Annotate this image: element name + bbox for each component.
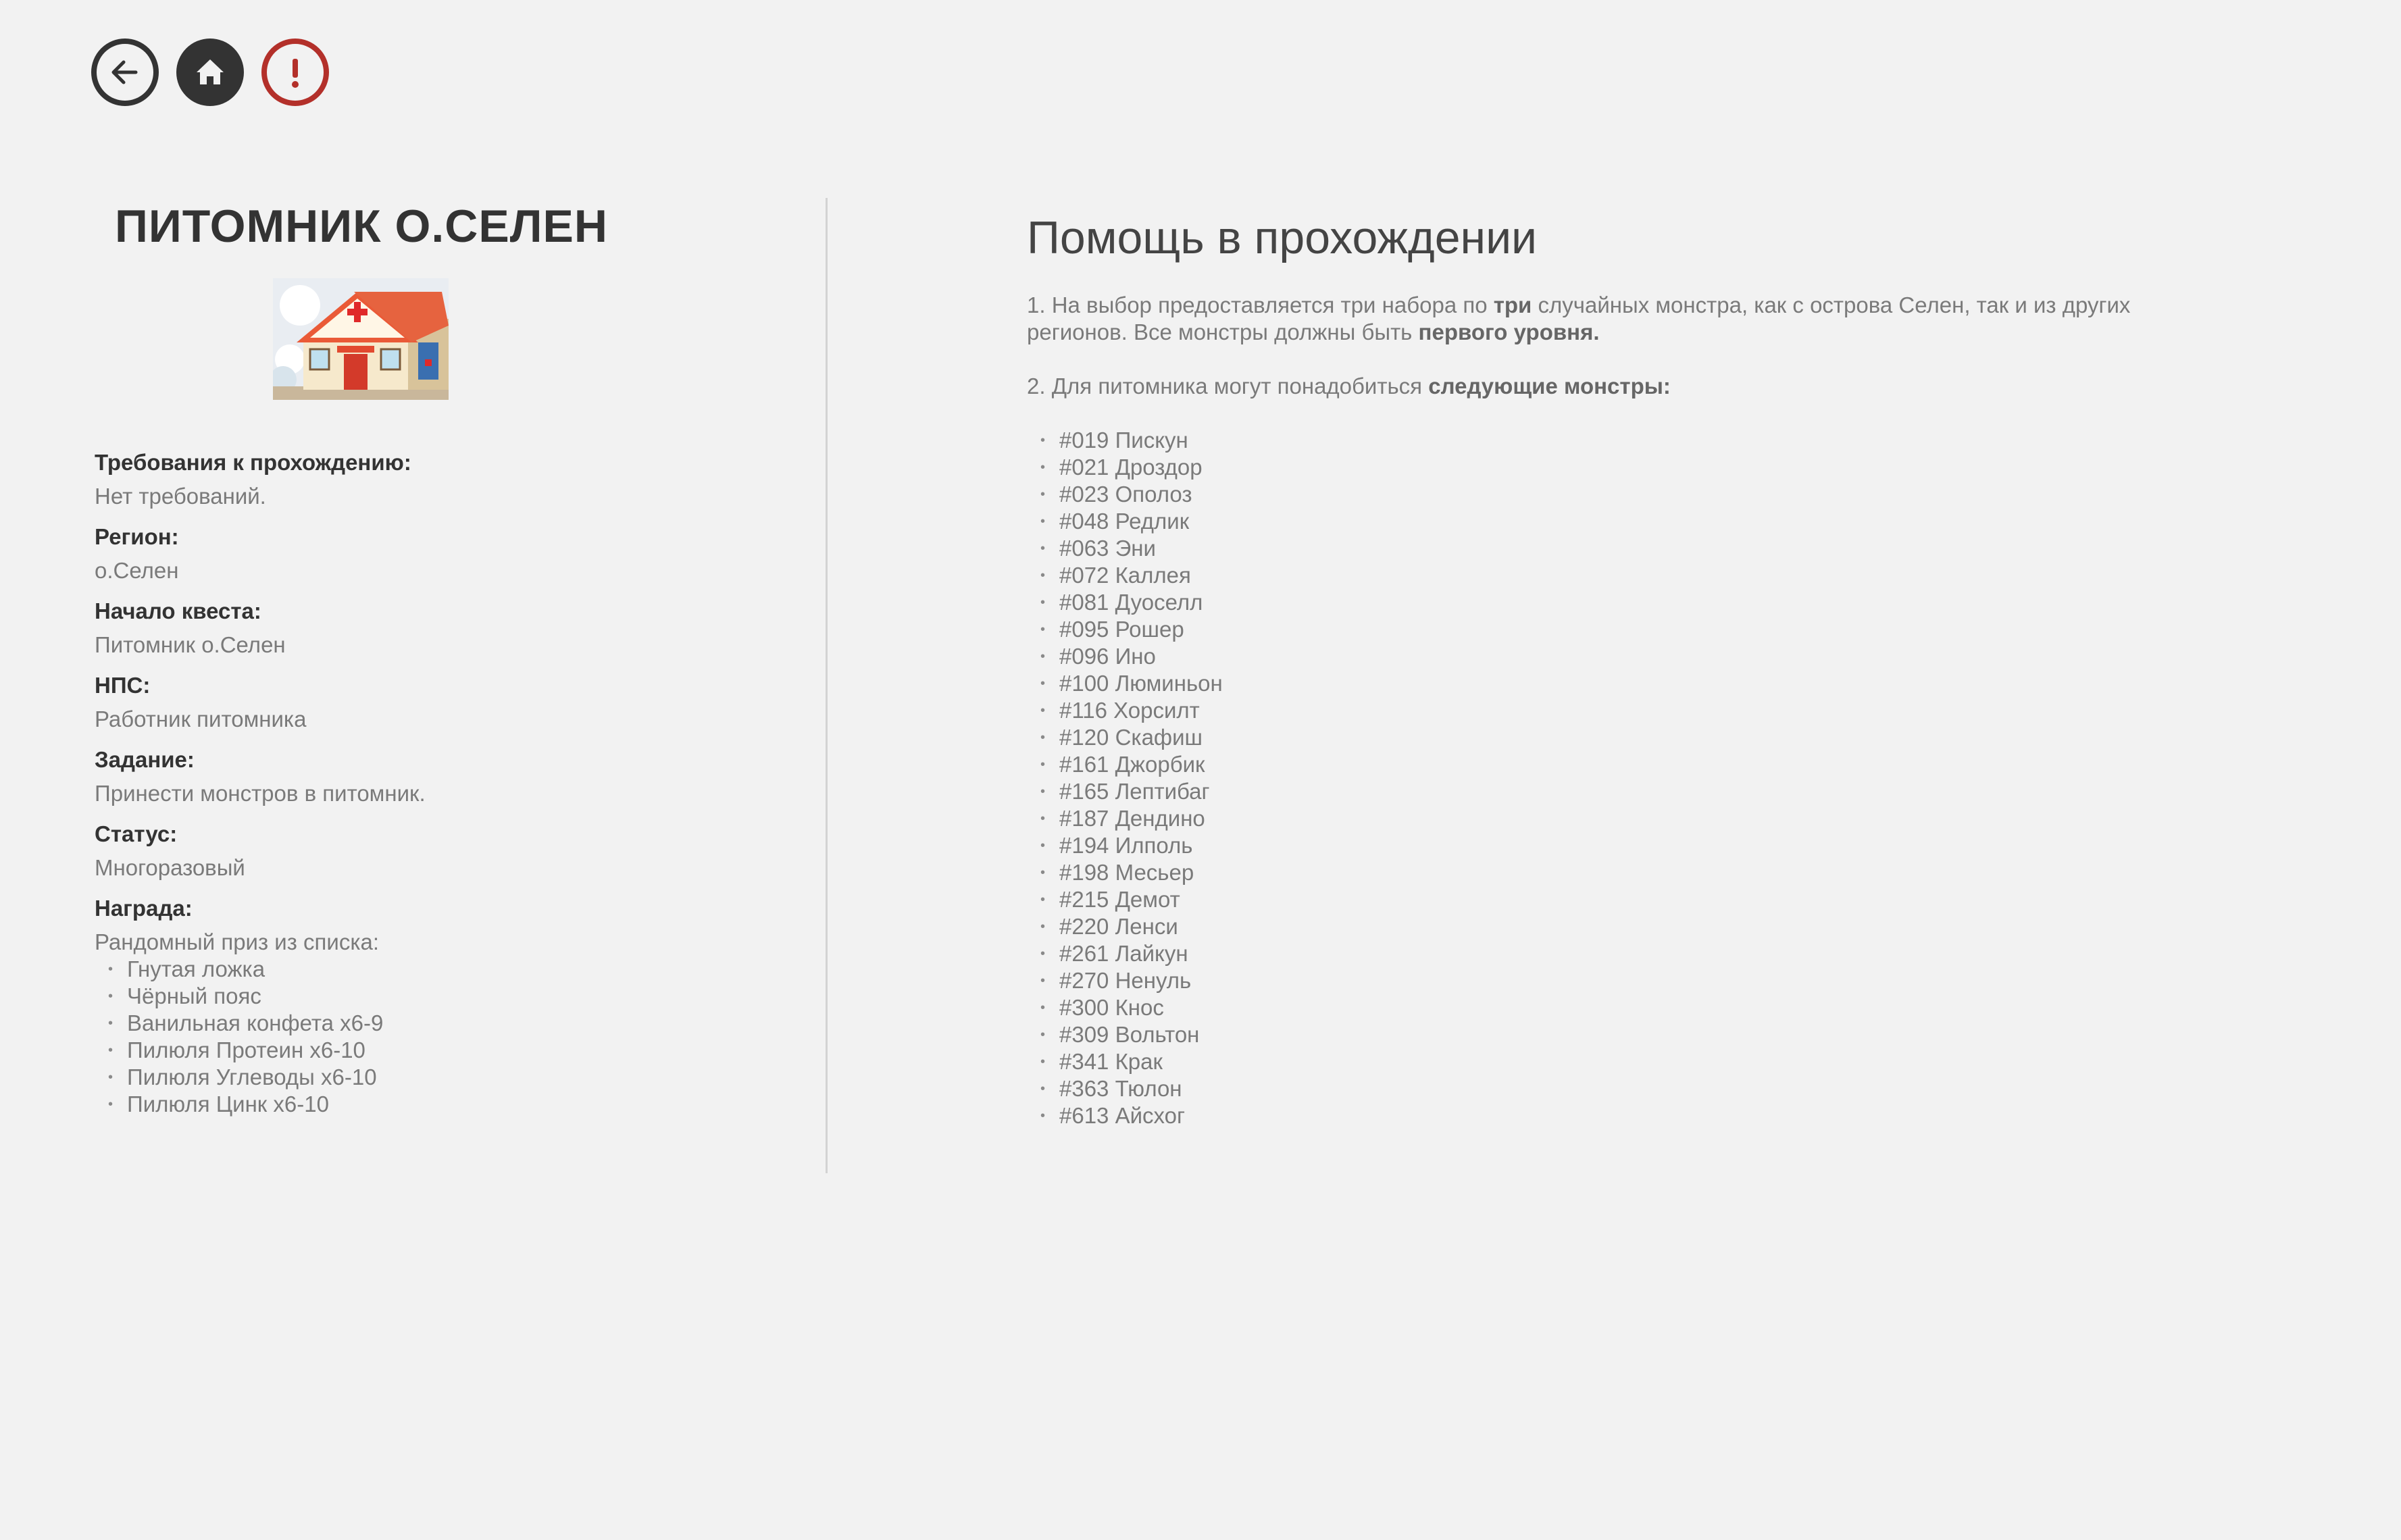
monster-item: #309 Вольтон bbox=[1040, 1021, 2175, 1048]
home-button[interactable] bbox=[176, 38, 244, 106]
monster-item: #300 Кнос bbox=[1040, 994, 2175, 1021]
monster-item: #019 Пискун bbox=[1040, 427, 2175, 454]
monster-item: #161 Джорбик bbox=[1040, 751, 2175, 778]
monster-list: #019 Пискун #021 Дроздор #023 Ополоз #04… bbox=[1027, 427, 2175, 1129]
status-label: Статус: bbox=[95, 821, 178, 846]
quest-details: Требования к прохождению: Нет требований… bbox=[95, 446, 804, 1118]
monster-item: #270 Ненуль bbox=[1040, 967, 2175, 994]
monster-item: #613 Айсхог bbox=[1040, 1102, 2175, 1129]
monster-item: #100 Люминьон bbox=[1040, 670, 2175, 697]
region-label: Регион: bbox=[95, 523, 179, 549]
help-panel: Помощь в прохождении 1. На выбор предост… bbox=[1027, 211, 2175, 1129]
monster-item: #187 Дендино bbox=[1040, 805, 2175, 832]
reward-item: Гнутая ложка bbox=[108, 956, 804, 983]
npc-value: Работник питомника bbox=[95, 706, 307, 732]
monster-item: #095 Рошер bbox=[1040, 616, 2175, 643]
task-label: Задание: bbox=[95, 746, 195, 772]
exclamation-icon bbox=[292, 59, 299, 88]
top-nav bbox=[91, 38, 329, 106]
back-button[interactable] bbox=[91, 38, 159, 106]
monster-item: #341 Крак bbox=[1040, 1048, 2175, 1075]
monster-item: #120 Скафиш bbox=[1040, 724, 2175, 751]
help-paragraph-2: 2. Для питомника могут понадобиться след… bbox=[1027, 373, 1671, 399]
monster-item: #048 Редлик bbox=[1040, 508, 2175, 535]
monster-item: #081 Дуоселл bbox=[1040, 589, 2175, 616]
nursery-house-image bbox=[273, 278, 449, 400]
quest-start-value: Питомник о.Селен bbox=[95, 632, 286, 657]
monster-item: #220 Ленси bbox=[1040, 913, 2175, 940]
reward-label: Награда: bbox=[95, 895, 193, 921]
monster-item: #215 Демот bbox=[1040, 886, 2175, 913]
help-title: Помощь в прохождении bbox=[1027, 212, 1538, 263]
requirements-value: Нет требований. bbox=[95, 483, 266, 509]
report-button[interactable] bbox=[261, 38, 329, 106]
requirements-label: Требования к прохождению: bbox=[95, 449, 411, 475]
monster-item: #116 Хорсилт bbox=[1040, 697, 2175, 724]
monster-item: #096 Ино bbox=[1040, 643, 2175, 670]
home-icon bbox=[197, 59, 224, 84]
monster-item: #194 Илполь bbox=[1040, 832, 2175, 859]
reward-item: Ванильная конфета х6-9 bbox=[108, 1010, 804, 1037]
monster-item: #261 Лайкун bbox=[1040, 940, 2175, 967]
monster-item: #363 Тюлон bbox=[1040, 1075, 2175, 1102]
monster-item: #072 Каллея bbox=[1040, 562, 2175, 589]
quest-info-panel: ПИТОМНИК О.СЕЛЕН Требования к прохождени… bbox=[95, 199, 804, 1118]
reward-item: Пилюля Цинк х6-10 bbox=[108, 1091, 804, 1118]
reward-item: Пилюля Протеин х6-10 bbox=[108, 1037, 804, 1064]
monster-item: #023 Ополоз bbox=[1040, 481, 2175, 508]
region-value: о.Селен bbox=[95, 557, 179, 583]
arrow-left-icon bbox=[111, 60, 138, 84]
status-value: Многоразовый bbox=[95, 854, 245, 880]
page-title: ПИТОМНИК О.СЕЛЕН bbox=[115, 201, 608, 252]
monster-item: #165 Лептибаг bbox=[1040, 778, 2175, 805]
reward-item: Чёрный пояс bbox=[108, 983, 804, 1010]
monster-item: #021 Дроздор bbox=[1040, 454, 2175, 481]
monster-item: #198 Месьер bbox=[1040, 859, 2175, 886]
monster-item: #063 Эни bbox=[1040, 535, 2175, 562]
reward-intro: Рандомный приз из списка: bbox=[95, 929, 380, 954]
help-paragraph-1: 1. На выбор предоставляется три набора п… bbox=[1027, 292, 2131, 344]
quest-start-label: Начало квеста: bbox=[95, 598, 261, 623]
column-divider bbox=[826, 198, 828, 1173]
reward-item: Пилюля Углеводы х6-10 bbox=[108, 1064, 804, 1091]
reward-list: Гнутая ложка Чёрный пояс Ванильная конфе… bbox=[95, 956, 804, 1118]
npc-label: НПС: bbox=[95, 672, 151, 698]
task-value: Принести монстров в питомник. bbox=[95, 780, 426, 806]
